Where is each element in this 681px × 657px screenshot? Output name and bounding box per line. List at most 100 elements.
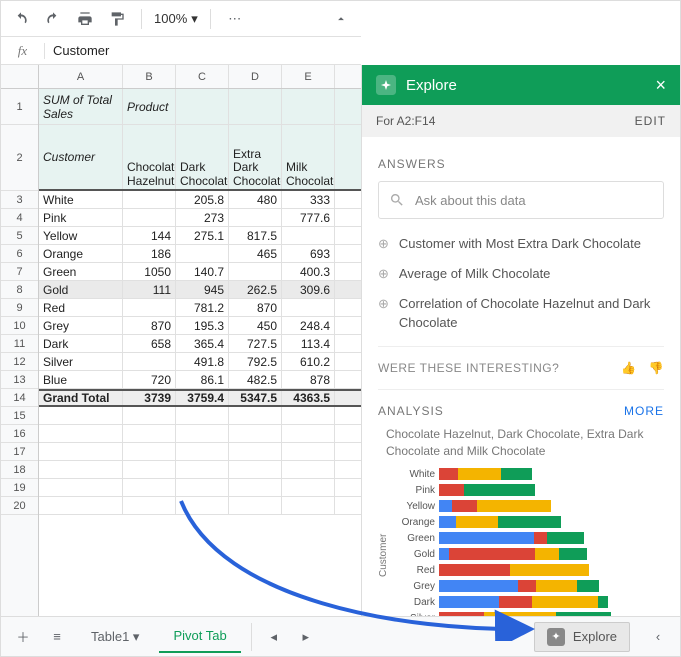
cell[interactable]: 333	[282, 191, 335, 208]
cell[interactable]	[282, 227, 335, 244]
cell[interactable]: 144	[123, 227, 176, 244]
cell[interactable]: 480	[229, 191, 282, 208]
cell[interactable]: 658	[123, 335, 176, 352]
cell[interactable]	[123, 479, 176, 496]
row-header[interactable]: 13	[1, 371, 38, 389]
spreadsheet[interactable]: A B C D E 123456789101112131415161718192…	[1, 65, 361, 616]
cell[interactable]: 465	[229, 245, 282, 262]
cell[interactable]	[229, 479, 282, 496]
cell[interactable]	[282, 479, 335, 496]
cell[interactable]: 275.1	[176, 227, 229, 244]
cell[interactable]: 195.3	[176, 317, 229, 334]
cell[interactable]	[123, 443, 176, 460]
cell[interactable]	[39, 443, 123, 460]
col-header[interactable]: A	[39, 65, 123, 88]
print-icon[interactable]	[73, 7, 97, 31]
cell[interactable]	[282, 443, 335, 460]
select-all-corner[interactable]	[1, 65, 39, 88]
col-header[interactable]: D	[229, 65, 282, 88]
cell[interactable]: 777.6	[282, 209, 335, 226]
cell[interactable]	[123, 353, 176, 370]
cell[interactable]	[123, 461, 176, 478]
cell[interactable]	[229, 263, 282, 280]
tab-table1[interactable]: Table1 ▾	[77, 621, 153, 653]
row-header[interactable]: 12	[1, 353, 38, 371]
cell[interactable]: Yellow	[39, 227, 123, 244]
cell[interactable]	[39, 407, 123, 424]
explore-button[interactable]: ✦ Explore	[534, 622, 630, 652]
cell[interactable]	[123, 209, 176, 226]
cell[interactable]: 878	[282, 371, 335, 388]
cell[interactable]: 365.4	[176, 335, 229, 352]
row-header[interactable]: 18	[1, 461, 38, 479]
cell[interactable]: 86.1	[176, 371, 229, 388]
cell[interactable]: 945	[176, 281, 229, 298]
cell[interactable]: 450	[229, 317, 282, 334]
cell[interactable]: 870	[229, 299, 282, 316]
row-header[interactable]: 4	[1, 209, 38, 227]
row-header[interactable]: 10	[1, 317, 38, 335]
cell[interactable]: 140.7	[176, 263, 229, 280]
cell[interactable]	[39, 497, 123, 514]
row-header[interactable]: 15	[1, 407, 38, 425]
analysis-more-link[interactable]: MORE	[624, 404, 664, 418]
col-header[interactable]: E	[282, 65, 335, 88]
cell[interactable]: 262.5	[229, 281, 282, 298]
row-header[interactable]: 1	[1, 89, 38, 125]
cell[interactable]: Extra Dark Chocolate	[229, 125, 282, 189]
cell[interactable]	[123, 425, 176, 442]
cell[interactable]	[123, 497, 176, 514]
cell[interactable]: 1050	[123, 263, 176, 280]
row-header[interactable]: 7	[1, 263, 38, 281]
row-header[interactable]: 17	[1, 443, 38, 461]
cell[interactable]: 727.5	[229, 335, 282, 352]
cell[interactable]	[229, 407, 282, 424]
cell[interactable]	[229, 461, 282, 478]
cell[interactable]	[229, 497, 282, 514]
add-sheet-button[interactable]: ＋	[9, 623, 37, 651]
cell[interactable]: 3739	[123, 391, 176, 405]
cell[interactable]: 111	[123, 281, 176, 298]
cell[interactable]	[282, 299, 335, 316]
more-icon[interactable]: ⋯	[223, 7, 247, 31]
all-sheets-button[interactable]: ≡	[43, 623, 71, 651]
edit-range-button[interactable]: EDIT	[635, 114, 666, 128]
row-header[interactable]: 19	[1, 479, 38, 497]
row-header[interactable]: 6	[1, 245, 38, 263]
cell[interactable]: Grand Total	[39, 391, 123, 405]
cell[interactable]	[282, 425, 335, 442]
cell[interactable]: Red	[39, 299, 123, 316]
cell[interactable]	[229, 89, 282, 124]
row-header[interactable]: 8	[1, 281, 38, 299]
cell[interactable]	[123, 191, 176, 208]
cell[interactable]: Milk Chocolate	[282, 125, 335, 189]
cell[interactable]: White	[39, 191, 123, 208]
cell[interactable]: 248.4	[282, 317, 335, 334]
undo-icon[interactable]	[9, 7, 33, 31]
cell[interactable]	[229, 425, 282, 442]
cell[interactable]: Orange	[39, 245, 123, 262]
col-header[interactable]: C	[176, 65, 229, 88]
cell[interactable]	[39, 425, 123, 442]
cell[interactable]: Blue	[39, 371, 123, 388]
cell[interactable]: 400.3	[282, 263, 335, 280]
cell[interactable]	[123, 407, 176, 424]
cell[interactable]: 205.8	[176, 191, 229, 208]
cell[interactable]: Gold	[39, 281, 123, 298]
cell[interactable]: 482.5	[229, 371, 282, 388]
cell[interactable]: 491.8	[176, 353, 229, 370]
suggested-question[interactable]: ⊕ Correlation of Chocolate Hazelnut and …	[378, 295, 664, 331]
cell[interactable]	[176, 479, 229, 496]
cell[interactable]	[176, 245, 229, 262]
analysis-chart[interactable]: Customer WhitePinkYellowOrangeGreenGoldR…	[378, 467, 664, 616]
cell[interactable]: Dark Chocolate	[176, 125, 229, 189]
cell[interactable]: Customer	[39, 125, 123, 189]
cell[interactable]: Green	[39, 263, 123, 280]
cell[interactable]	[176, 89, 229, 124]
tab-nav-left-icon[interactable]: ◂	[260, 623, 288, 651]
cell[interactable]: 309.6	[282, 281, 335, 298]
formula-value[interactable]: Customer	[45, 43, 117, 58]
row-header[interactable]: 16	[1, 425, 38, 443]
cell[interactable]: 720	[123, 371, 176, 388]
cell[interactable]	[123, 299, 176, 316]
